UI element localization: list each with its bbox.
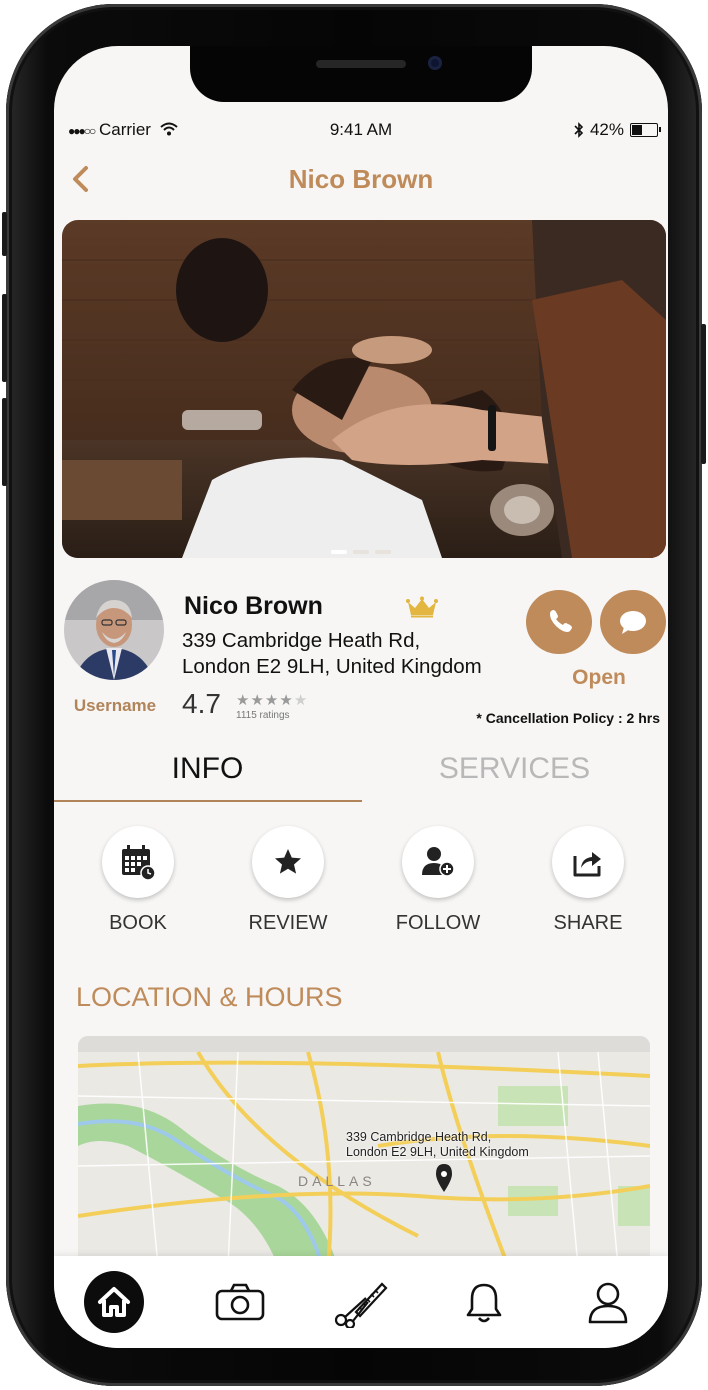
phone-icon: [550, 610, 572, 632]
follow-button[interactable]: [402, 826, 474, 898]
cancellation-policy: * Cancellation Policy : 2 hrs: [476, 710, 660, 726]
profile-name: Nico Brown: [184, 592, 323, 620]
map-label-line-1: 339 Cambridge Heath Rd,: [346, 1130, 492, 1144]
avatar[interactable]: [64, 580, 164, 680]
nav-profile[interactable]: [578, 1272, 638, 1332]
header: Nico Brown: [54, 158, 668, 198]
volume-up-button: [2, 294, 7, 382]
calendar-icon: [122, 845, 156, 881]
bottom-nav: [54, 1256, 668, 1348]
carousel-dot[interactable]: [353, 550, 369, 554]
bluetooth-icon: [574, 122, 584, 138]
status-right: 42%: [574, 120, 661, 140]
address-line-1: 339 Cambridge Heath Rd,: [182, 629, 421, 652]
call-button[interactable]: [526, 590, 592, 654]
speaker-grille: [316, 60, 406, 68]
phone-notch: [190, 46, 532, 102]
carousel-dots: [54, 550, 668, 554]
carousel-dot[interactable]: [375, 550, 391, 554]
barber-photo[interactable]: [62, 220, 666, 558]
follow-action[interactable]: FOLLOW: [378, 826, 498, 935]
username-label[interactable]: Username: [60, 696, 170, 716]
share-button[interactable]: [552, 826, 624, 898]
bell-icon: [466, 1283, 502, 1323]
location-map[interactable]: DALLAS 339 Cambridge Heath Rd, London E2…: [78, 1036, 650, 1266]
share-label: SHARE: [553, 912, 623, 934]
rating-star-icon: ★: [279, 692, 293, 709]
tab-info[interactable]: INFO: [54, 752, 361, 786]
mute-switch: [2, 212, 7, 256]
home-button[interactable]: [84, 1271, 144, 1333]
battery-fill: [632, 125, 643, 135]
book-action[interactable]: BOOK: [78, 826, 198, 935]
nav-home[interactable]: [84, 1271, 144, 1333]
address-line-2: London E2 9LH, United Kingdom: [182, 655, 482, 678]
avatar-image: [64, 580, 164, 680]
rating-star-icon: ★: [250, 692, 264, 709]
battery-percent: 42%: [589, 120, 624, 139]
open-status: Open: [572, 666, 626, 689]
ratings-count: 1115 ratings: [236, 710, 290, 721]
add-user-icon: [422, 847, 455, 877]
rating-value: 4.7: [182, 688, 221, 719]
profile-icon: [588, 1282, 628, 1324]
rating-star-icon: ★: [293, 692, 308, 709]
power-button: [701, 324, 706, 464]
carousel-dot[interactable]: [331, 550, 347, 554]
nav-notifications[interactable]: [454, 1272, 514, 1332]
battery-icon: [630, 123, 661, 137]
follow-label: FOLLOW: [395, 912, 481, 934]
profile-address: 339 Cambridge Heath Rd, London E2 9LH, U…: [182, 628, 482, 680]
review-action[interactable]: REVIEW: [228, 826, 348, 935]
review-label: REVIEW: [248, 912, 328, 934]
star-icon: [275, 849, 301, 874]
volume-down-button: [2, 398, 7, 486]
share-icon: [573, 852, 601, 877]
nav-camera[interactable]: [210, 1272, 270, 1332]
front-camera: [428, 56, 442, 70]
message-button[interactable]: [600, 590, 666, 654]
status-bar: ●●●○○ Carrier 9:41 AM 42%: [54, 118, 668, 142]
nav-barber[interactable]: [330, 1272, 390, 1332]
share-action[interactable]: SHARE: [528, 826, 648, 935]
map-address-label: 339 Cambridge Heath Rd, London E2 9LH, U…: [346, 1130, 529, 1160]
page-title: Nico Brown: [288, 164, 434, 194]
rating-star-icon: ★: [264, 692, 279, 709]
map-label-line-2: London E2 9LH, United Kingdom: [346, 1145, 529, 1159]
book-button[interactable]: [102, 826, 174, 898]
tab-services[interactable]: SERVICES: [361, 752, 668, 786]
map-city-label: DALLAS: [298, 1173, 376, 1189]
home-icon: [98, 1287, 130, 1317]
location-section-title: LOCATION & HOURS: [76, 982, 343, 1012]
rating-star-icon: ★: [236, 692, 250, 709]
tab-bar: INFO SERVICES: [54, 752, 668, 804]
barber-photo-image: [62, 220, 666, 558]
app-screen: ●●●○○ Carrier 9:41 AM 42% Nico Brown Use…: [54, 46, 668, 1348]
review-button[interactable]: [252, 826, 324, 898]
phone-frame: ●●●○○ Carrier 9:41 AM 42% Nico Brown Use…: [2, 4, 706, 1386]
camera-icon: [215, 1283, 265, 1321]
rating-stars: ★ ★ ★ ★ ★: [236, 691, 307, 709]
chat-icon: [620, 611, 646, 634]
active-tab-indicator: [54, 800, 362, 802]
crown-icon: [406, 596, 438, 618]
book-label: BOOK: [109, 912, 167, 934]
scissors-comb-icon: [334, 1282, 388, 1328]
